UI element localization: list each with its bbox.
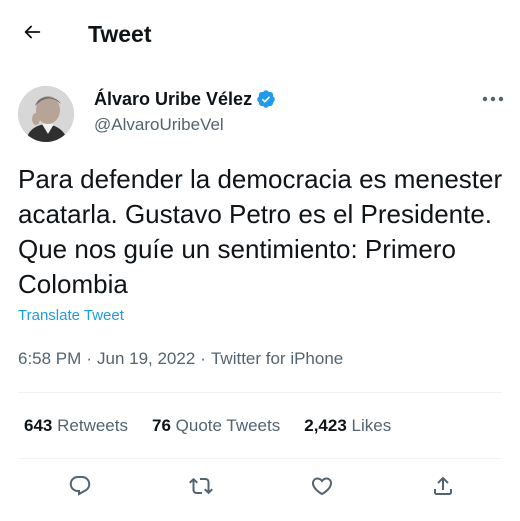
- like-icon: [310, 474, 334, 503]
- likes-count: 2,423: [304, 416, 347, 435]
- more-options-button[interactable]: [476, 84, 510, 114]
- share-icon: [431, 474, 455, 503]
- retweet-icon: [189, 474, 213, 503]
- retweets-stat[interactable]: 643 Retweets: [24, 415, 128, 437]
- author-name[interactable]: Álvaro Uribe Vélez: [94, 88, 276, 110]
- tweet-stats: 643 Retweets 76 Quote Tweets 2,423 Likes: [24, 415, 415, 437]
- page-title: Tweet: [88, 21, 152, 47]
- tweet-header: Tweet: [0, 0, 520, 70]
- arrow-left-icon: [21, 21, 43, 48]
- avatar[interactable]: [18, 86, 74, 142]
- meta-separator: ·: [86, 349, 92, 368]
- reply-button[interactable]: [62, 470, 98, 506]
- tweet-text: Para defender la democracia es menester …: [18, 164, 510, 299]
- meta-separator: ·: [200, 349, 206, 368]
- retweets-label: Retweets: [57, 416, 128, 435]
- more-dots-icon: [482, 90, 504, 108]
- verified-badge-icon: [256, 89, 276, 109]
- reply-icon: [68, 474, 92, 503]
- retweet-button[interactable]: [183, 470, 219, 506]
- author-name-text: Álvaro Uribe Vélez: [94, 89, 253, 109]
- tweet-time[interactable]: 6:58 PM: [18, 348, 81, 370]
- quote-tweets-count: 76: [151, 416, 171, 435]
- likes-stat[interactable]: 2,423 Likes: [304, 415, 391, 437]
- back-button[interactable]: [14, 16, 50, 52]
- tweet-source[interactable]: Twitter for iPhone: [211, 348, 343, 370]
- likes-label: Likes: [351, 416, 392, 435]
- retweets-count: 643: [24, 416, 53, 435]
- share-button[interactable]: [425, 470, 461, 506]
- quote-tweets-stat[interactable]: 76 Quote Tweets: [152, 415, 280, 437]
- divider: [18, 392, 502, 393]
- tweet-meta: 6:58 PM · Jun 19, 2022 · Twitter for iPh…: [18, 348, 343, 370]
- author-handle[interactable]: @AlvaroUribeVel: [94, 114, 224, 136]
- tweet-date[interactable]: Jun 19, 2022: [97, 348, 195, 370]
- tweet-actions: [0, 466, 520, 510]
- translate-tweet-link[interactable]: Translate Tweet: [18, 306, 124, 326]
- quote-tweets-label: Quote Tweets: [175, 416, 281, 435]
- like-button[interactable]: [304, 470, 340, 506]
- divider: [18, 458, 502, 459]
